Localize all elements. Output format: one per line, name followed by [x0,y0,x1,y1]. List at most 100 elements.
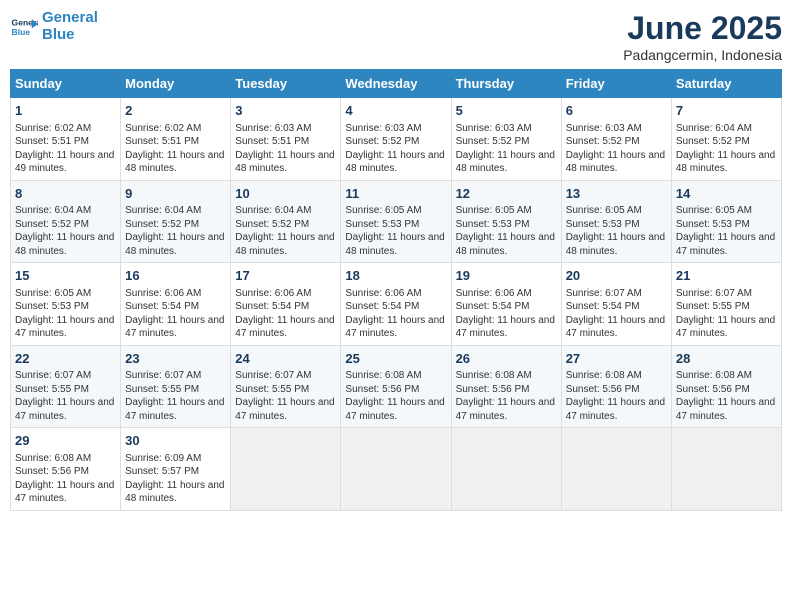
calendar-cell: 28 Sunrise: 6:08 AMSunset: 5:56 PMDayligh… [671,345,781,428]
day-info: Sunrise: 6:04 AMSunset: 5:52 PMDaylight:… [676,123,775,175]
day-info: Sunrise: 6:04 AMSunset: 5:52 PMDaylight:… [235,205,334,257]
calendar-cell: 29 Sunrise: 6:08 AMSunset: 5:56 PMDayligh… [11,428,121,511]
day-number: 9 [125,185,226,203]
calendar-cell: 26 Sunrise: 6:08 AMSunset: 5:56 PMDayligh… [451,345,561,428]
day-number: 3 [235,102,336,120]
day-number: 7 [676,102,777,120]
calendar-cell: 6 Sunrise: 6:03 AMSunset: 5:52 PMDaylight… [561,98,671,181]
day-number: 1 [15,102,116,120]
logo: General Blue General Blue [10,10,98,43]
day-of-week-header: Monday [121,70,231,98]
day-number: 27 [566,350,667,368]
day-number: 25 [345,350,446,368]
day-number: 22 [15,350,116,368]
calendar-week-row: 8 Sunrise: 6:04 AMSunset: 5:52 PMDaylight… [11,180,782,263]
calendar-cell [341,428,451,511]
logo-line1: General [42,9,98,26]
day-info: Sunrise: 6:02 AMSunset: 5:51 PMDaylight:… [125,123,224,175]
day-number: 26 [456,350,557,368]
day-info: Sunrise: 6:03 AMSunset: 5:52 PMDaylight:… [345,123,444,175]
calendar-cell: 4 Sunrise: 6:03 AMSunset: 5:52 PMDaylight… [341,98,451,181]
logo-text: General Blue [42,10,98,43]
day-of-week-header: Tuesday [231,70,341,98]
calendar-cell: 15 Sunrise: 6:05 AMSunset: 5:53 PMDayligh… [11,263,121,346]
day-info: Sunrise: 6:05 AMSunset: 5:53 PMDaylight:… [566,205,665,257]
day-number: 28 [676,350,777,368]
calendar-cell [231,428,341,511]
day-number: 8 [15,185,116,203]
day-of-week-header: Thursday [451,70,561,98]
day-number: 19 [456,267,557,285]
day-info: Sunrise: 6:05 AMSunset: 5:53 PMDaylight:… [345,205,444,257]
calendar-cell: 23 Sunrise: 6:07 AMSunset: 5:55 PMDayligh… [121,345,231,428]
day-info: Sunrise: 6:07 AMSunset: 5:54 PMDaylight:… [566,288,665,340]
calendar-cell: 27Sunrise: 6:08 AMSunset: 5:56 PMDayligh… [561,345,671,428]
calendar-cell [451,428,561,511]
day-number: 18 [345,267,446,285]
day-number: 12 [456,185,557,203]
day-info: Sunrise: 6:03 AMSunset: 5:52 PMDaylight:… [566,123,665,175]
calendar-cell: 19 Sunrise: 6:06 AMSunset: 5:54 PMDayligh… [451,263,561,346]
day-number: 10 [235,185,336,203]
day-info: Sunrise: 6:08 AMSunset: 5:56 PMDaylight:… [676,370,775,422]
day-number: 6 [566,102,667,120]
calendar-cell: 14Sunrise: 6:05 AMSunset: 5:53 PMDayligh… [671,180,781,263]
day-info: Sunrise: 6:09 AMSunset: 5:57 PMDaylight:… [125,453,224,505]
day-number: 16 [125,267,226,285]
day-number: 17 [235,267,336,285]
calendar-cell: 3 Sunrise: 6:03 AMSunset: 5:51 PMDaylight… [231,98,341,181]
day-info: Sunrise: 6:04 AMSunset: 5:52 PMDaylight:… [15,205,114,257]
day-number: 29 [15,432,116,450]
calendar-cell: 9 Sunrise: 6:04 AMSunset: 5:52 PMDaylight… [121,180,231,263]
header: General Blue General Blue June 2025 Pada… [10,10,782,63]
calendar-cell: 1Sunrise: 6:02 AMSunset: 5:51 PMDaylight… [11,98,121,181]
day-of-week-header: Friday [561,70,671,98]
calendar-cell: 12 Sunrise: 6:05 AMSunset: 5:53 PMDayligh… [451,180,561,263]
calendar-cell: 5Sunrise: 6:03 AMSunset: 5:52 PMDaylight… [451,98,561,181]
calendar-cell: 13 Sunrise: 6:05 AMSunset: 5:53 PMDayligh… [561,180,671,263]
calendar-cell: 21Sunrise: 6:07 AMSunset: 5:55 PMDayligh… [671,263,781,346]
day-info: Sunrise: 6:05 AMSunset: 5:53 PMDaylight:… [15,288,114,340]
day-info: Sunrise: 6:06 AMSunset: 5:54 PMDaylight:… [456,288,555,340]
calendar-cell: 8 Sunrise: 6:04 AMSunset: 5:52 PMDaylight… [11,180,121,263]
day-info: Sunrise: 6:08 AMSunset: 5:56 PMDaylight:… [456,370,555,422]
calendar-cell: 22 Sunrise: 6:07 AMSunset: 5:55 PMDayligh… [11,345,121,428]
day-info: Sunrise: 6:03 AMSunset: 5:51 PMDaylight:… [235,123,334,175]
title-area: June 2025 Padangcermin, Indonesia [623,10,782,63]
calendar-cell: 25 Sunrise: 6:08 AMSunset: 5:56 PMDayligh… [341,345,451,428]
day-info: Sunrise: 6:06 AMSunset: 5:54 PMDaylight:… [345,288,444,340]
logo-icon: General Blue [10,13,38,41]
calendar-title: June 2025 [623,10,782,47]
calendar-cell: 7 Sunrise: 6:04 AMSunset: 5:52 PMDaylight… [671,98,781,181]
calendar-cell: 16 Sunrise: 6:06 AMSunset: 5:54 PMDayligh… [121,263,231,346]
day-number: 4 [345,102,446,120]
day-info: Sunrise: 6:04 AMSunset: 5:52 PMDaylight:… [125,205,224,257]
day-number: 13 [566,185,667,203]
day-number: 15 [15,267,116,285]
calendar-week-row: 29 Sunrise: 6:08 AMSunset: 5:56 PMDayligh… [11,428,782,511]
day-number: 5 [456,102,557,120]
calendar-cell [671,428,781,511]
calendar-week-row: 1 Sunrise: 6:02 AMSunset: 5:51 PMDaylight… [11,98,782,181]
day-number: 30 [125,432,226,450]
day-info: Sunrise: 6:06 AMSunset: 5:54 PMDaylight:… [125,288,224,340]
day-number: 2 [125,102,226,120]
day-number: 23 [125,350,226,368]
calendar-cell: 18 Sunrise: 6:06 AMSunset: 5:54 PMDayligh… [341,263,451,346]
day-number: 24 [235,350,336,368]
calendar-table: SundayMondayTuesdayWednesdayThursdayFrid… [10,69,782,511]
calendar-week-row: 15 Sunrise: 6:05 AMSunset: 5:53 PMDayligh… [11,263,782,346]
day-info: Sunrise: 6:08 AMSunset: 5:56 PMDaylight:… [15,453,114,505]
day-info: Sunrise: 6:06 AMSunset: 5:54 PMDaylight:… [235,288,334,340]
calendar-cell: 10 Sunrise: 6:04 AMSunset: 5:52 PMDayligh… [231,180,341,263]
day-info: Sunrise: 6:07 AMSunset: 5:55 PMDaylight:… [15,370,114,422]
day-number: 14 [676,185,777,203]
day-of-week-header: Saturday [671,70,781,98]
day-info: Sunrise: 6:08 AMSunset: 5:56 PMDaylight:… [345,370,444,422]
day-info: Sunrise: 6:07 AMSunset: 5:55 PMDaylight:… [125,370,224,422]
day-of-week-header: Wednesday [341,70,451,98]
calendar-cell: 30 Sunrise: 6:09 AMSunset: 5:57 PMDayligh… [121,428,231,511]
day-info: Sunrise: 6:07 AMSunset: 5:55 PMDaylight:… [235,370,334,422]
calendar-week-row: 22 Sunrise: 6:07 AMSunset: 5:55 PMDayligh… [11,345,782,428]
day-info: Sunrise: 6:05 AMSunset: 5:53 PMDaylight:… [456,205,555,257]
